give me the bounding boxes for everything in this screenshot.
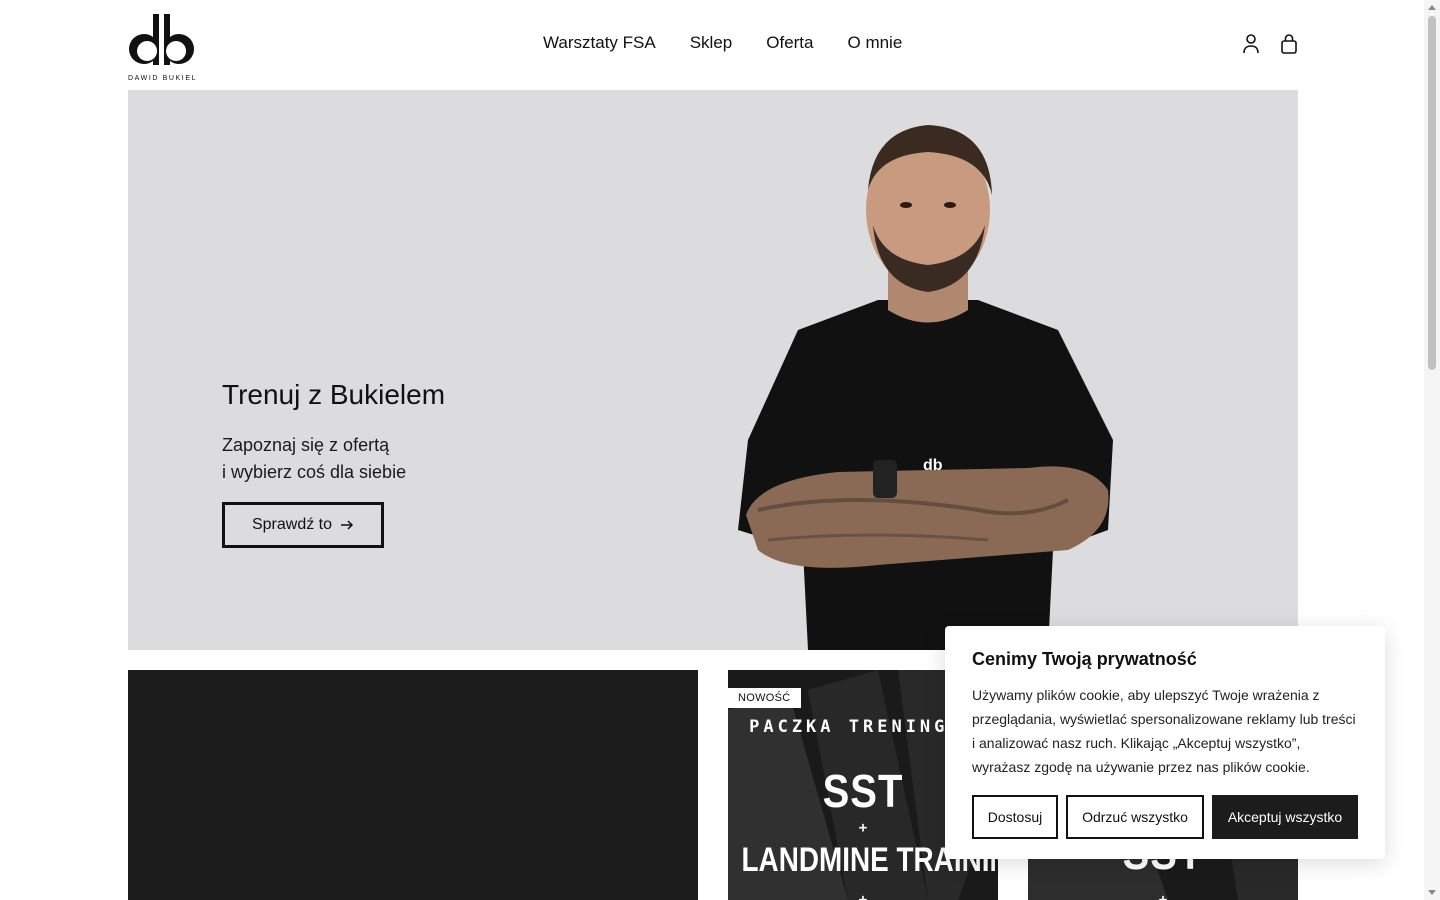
nav-sklep[interactable]: Sklep — [690, 33, 733, 53]
product-plus-sign: + — [1158, 892, 1168, 900]
site-header: DAWID BUKIEL Warsztaty FSA Sklep Oferta … — [0, 0, 1424, 90]
logo-caption: DAWID BUKIEL — [128, 75, 198, 82]
hero-banner: Trenuj z Bukielem Zapoznaj się z ofertą … — [128, 90, 1298, 650]
cookie-reject-button[interactable]: Odrzuć wszystko — [1066, 795, 1204, 839]
product-plus-sign-2: + — [858, 892, 868, 900]
cookie-accept-button[interactable]: Akceptuj wszystko — [1212, 795, 1358, 839]
cookie-actions: Dostosuj Odrzuć wszystko Akceptuj wszyst… — [972, 795, 1358, 839]
cookie-consent-dialog: Cenimy Twoją prywatność Używamy plików c… — [945, 626, 1385, 859]
main-nav: Warsztaty FSA Sklep Oferta O mnie — [543, 33, 902, 53]
nav-o-mnie[interactable]: O mnie — [848, 33, 903, 53]
hero-title: Trenuj z Bukielem — [222, 379, 446, 410]
scroll-up-arrow-icon[interactable] — [1428, 5, 1436, 10]
scroll-thumb[interactable] — [1428, 16, 1436, 370]
hero-subtitle-line1: Zapoznaj się z ofertą — [222, 435, 390, 455]
cookie-customize-button[interactable]: Dostosuj — [972, 795, 1058, 839]
hero-cta-label: Sprawdź to — [251, 516, 333, 533]
nav-oferta[interactable]: Oferta — [766, 33, 813, 53]
page-scrollbar[interactable] — [1424, 0, 1440, 900]
hero-subtitle-line2: i wybierz coś dla siebie — [222, 462, 407, 482]
hero-person-image: db — [738, 125, 1113, 650]
account-icon[interactable] — [1241, 33, 1261, 55]
scroll-down-arrow-icon[interactable] — [1428, 890, 1436, 895]
nav-warsztaty-fsa[interactable]: Warsztaty FSA — [543, 33, 656, 53]
new-badge: NOWOŚĆ — [728, 688, 801, 708]
promo-tile-dark[interactable] — [128, 670, 698, 900]
cookie-title: Cenimy Twoją prywatność — [972, 649, 1197, 669]
cart-bag-icon[interactable] — [1279, 33, 1299, 55]
cookie-description: Używamy plików cookie, aby ulepszyć Twoj… — [972, 687, 1356, 775]
svg-text:db: db — [923, 457, 943, 474]
arrow-right-icon — [341, 520, 354, 530]
hero-subtitle: Zapoznaj się z ofertą i wybierz coś dla … — [222, 432, 406, 486]
hero-cta-button[interactable]: Sprawdź to — [222, 502, 384, 548]
